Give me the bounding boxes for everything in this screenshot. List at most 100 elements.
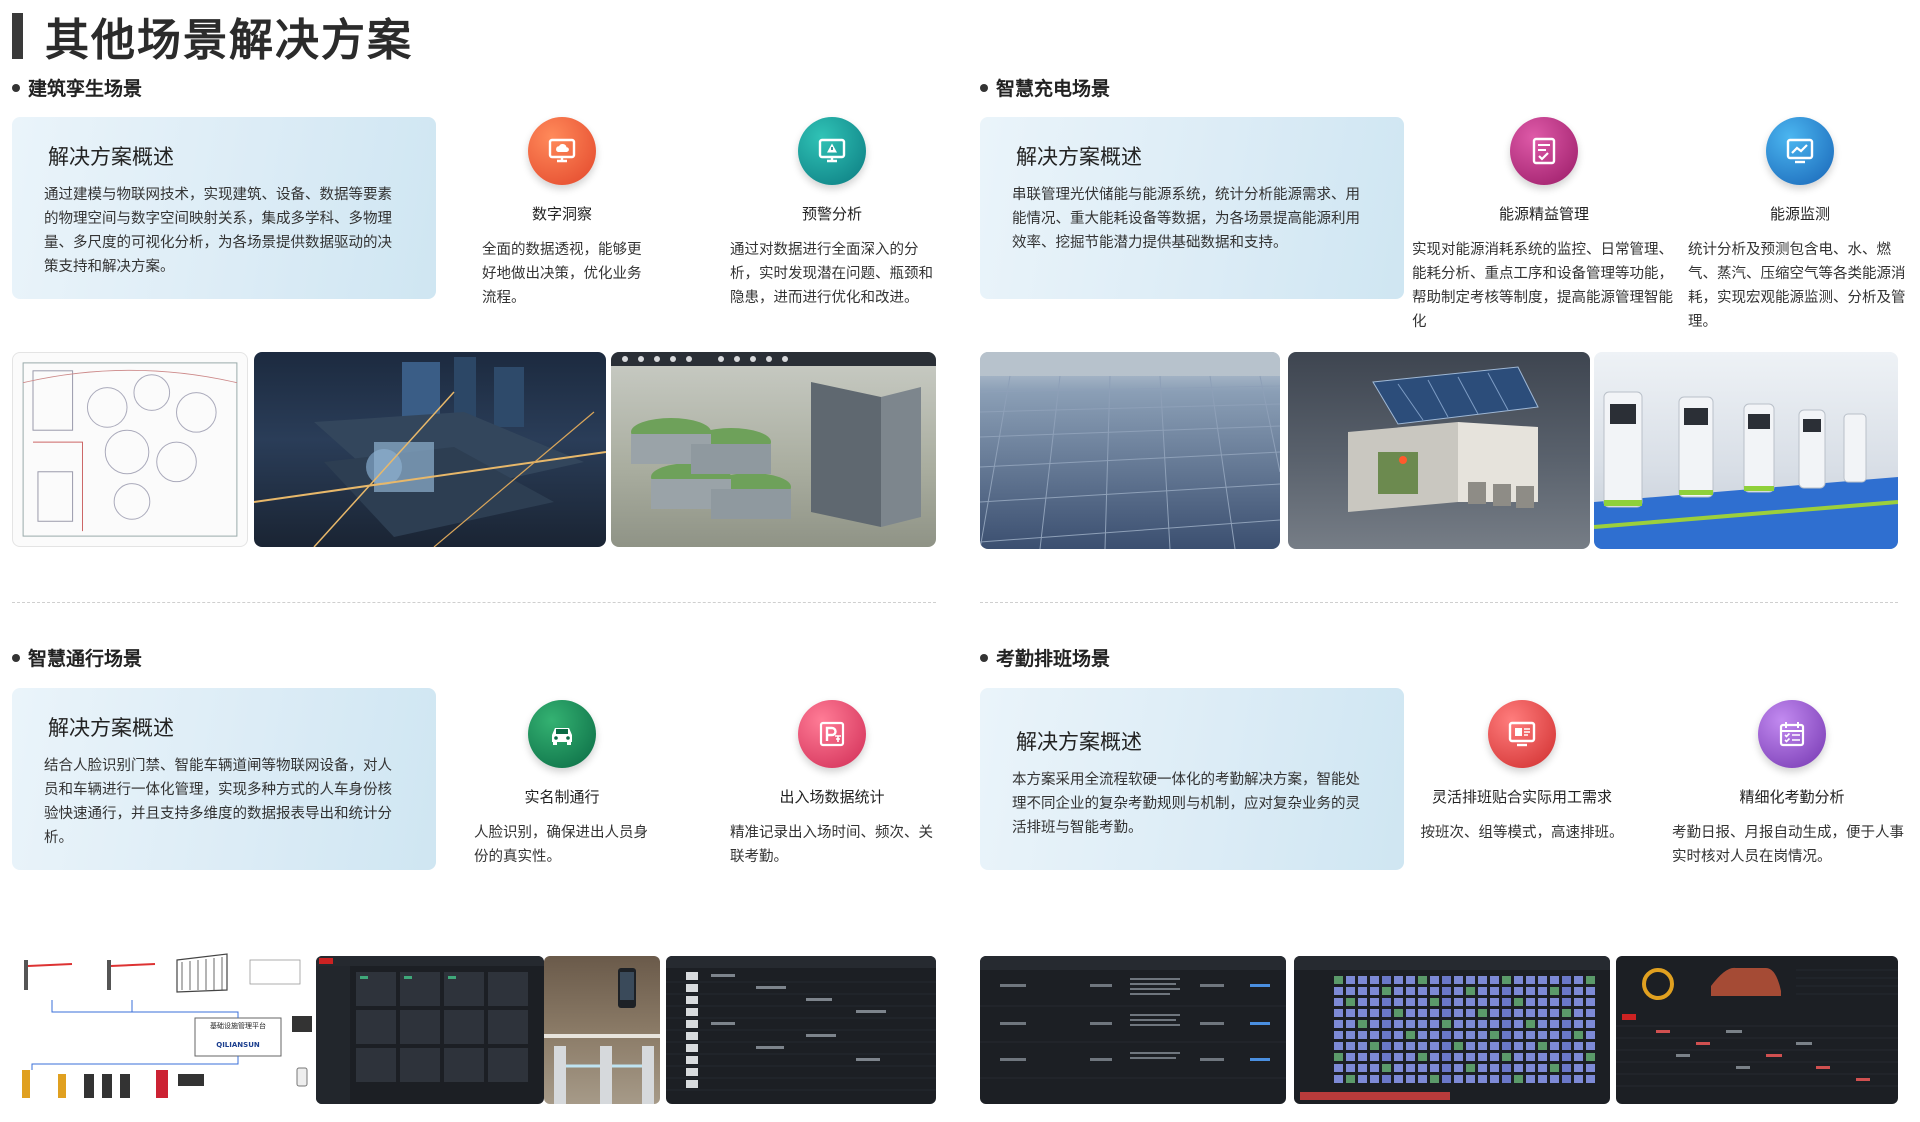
schedule-cell: [1358, 1042, 1367, 1050]
schedule-cell: [1550, 1075, 1559, 1083]
schedule-cell: [1346, 1020, 1355, 1028]
schedule-cell: [1526, 1020, 1535, 1028]
overview-text: 通过建模与物联网技术，实现建筑、设备、数据等要素的物理空间与数字空间映射关系，集…: [44, 187, 392, 275]
schedule-cell: [1406, 1042, 1415, 1050]
schedule-cell: [1562, 987, 1571, 995]
schedule-cell: [1418, 1042, 1427, 1050]
schedule-cell: [1454, 998, 1463, 1006]
schedule-cell: [1574, 1009, 1583, 1017]
schedule-cell: [1334, 1009, 1343, 1017]
schedule-cell: [1406, 987, 1415, 995]
feature-flexible-scheduling: 灵活排班贴合实际用工需求 按班次、组等模式，高速排班。: [1412, 700, 1632, 845]
access-records-table-screenshot: [666, 956, 936, 1104]
schedule-cell: [1478, 1064, 1487, 1072]
schedule-cell: [1418, 1075, 1427, 1083]
schedule-cell: [1394, 1020, 1403, 1028]
schedule-cell: [1430, 987, 1439, 995]
schedule-cell: [1430, 1053, 1439, 1061]
schedule-cell: [1574, 998, 1583, 1006]
schedule-cell: [1502, 976, 1511, 984]
schedule-cell: [1430, 1009, 1439, 1017]
schedule-cell: [1418, 998, 1427, 1006]
schedule-cell: [1550, 998, 1559, 1006]
schedule-cell: [1514, 1053, 1523, 1061]
schedule-cell: [1382, 1075, 1391, 1083]
feature-attendance-analysis: 精细化考勤分析 考勤日报、月报自动生成，便于人事实时核对人员在岗情况。: [1672, 700, 1912, 869]
schedule-cell: [1334, 1031, 1343, 1039]
feature-title: 精细化考勤分析: [1739, 788, 1845, 806]
overview-card-charging: 解决方案概述 串联管理光伏储能与能源系统，统计分析能源需求、用能情况、重大能耗设…: [980, 117, 1404, 299]
schedule-cell: [1418, 1009, 1427, 1017]
schedule-cell: [1442, 1009, 1451, 1017]
schedule-cell: [1454, 987, 1463, 995]
schedule-cell: [1550, 1009, 1559, 1017]
schedule-cell: [1490, 1053, 1499, 1061]
schedule-cell: [1430, 998, 1439, 1006]
schedule-cell: [1586, 1053, 1595, 1061]
schedule-cell: [1370, 987, 1379, 995]
schedule-cell: [1406, 1009, 1415, 1017]
solar-rooftop-image: [980, 352, 1280, 549]
access-system-diagram: 基础设施管理平台 QILIANSUN: [12, 952, 312, 1104]
feature-desc: 通过对数据进行全面深入的分析，实时发现潜在问题、瓶颈和隐患，进而进行优化和改进。: [730, 242, 933, 306]
monitor-cloud-icon: [528, 117, 596, 185]
schedule-cell: [1538, 1075, 1547, 1083]
schedule-cell: [1490, 1042, 1499, 1050]
section-heading-access: 智慧通行场景: [12, 644, 142, 671]
overview-title: 解决方案概述: [1016, 730, 1142, 754]
schedule-cell: [1418, 1064, 1427, 1072]
schedule-cell: [1358, 1064, 1367, 1072]
platform-label: 基础设施管理平台: [210, 1021, 266, 1030]
schedule-cell: [1550, 1042, 1559, 1050]
schedule-cell: [1334, 1064, 1343, 1072]
schedule-cell: [1418, 1053, 1427, 1061]
feature-digital-insight: 数字洞察 全面的数据透视，能够更好地做出决策，优化业务流程。: [474, 117, 650, 310]
section-heading-text: 智慧通行场景: [28, 648, 143, 670]
car-icon: [528, 700, 596, 768]
schedule-cell: [1502, 1075, 1511, 1083]
schedule-cell: [1370, 1075, 1379, 1083]
schedule-cell: [1370, 1009, 1379, 1017]
feature-title: 实名制通行: [524, 788, 600, 806]
schedule-cell: [1562, 1064, 1571, 1072]
schedule-cell: [1358, 1009, 1367, 1017]
schedule-cell: [1430, 1020, 1439, 1028]
schedule-cell: [1526, 987, 1535, 995]
feature-desc: 人脸识别，确保进出人员身份的真实性。: [474, 825, 648, 865]
overview-card-attendance: 解决方案概述 本方案采用全流程软硬一体化的考勤解决方案，智能处理不同企业的复杂考…: [980, 688, 1404, 870]
schedule-cell: [1394, 987, 1403, 995]
feature-title: 灵活排班贴合实际用工需求: [1431, 788, 1612, 806]
schedule-cell: [1526, 1064, 1535, 1072]
feature-title: 预警分析: [801, 205, 862, 223]
overview-text: 结合人脸识别门禁、智能车辆道闸等物联网设备，对人员和车辆进行一体化管理，实现多种…: [44, 758, 392, 846]
schedule-cell: [1346, 998, 1355, 1006]
schedule-cell: [1454, 1064, 1463, 1072]
schedule-cell: [1358, 987, 1367, 995]
schedule-cell: [1406, 1064, 1415, 1072]
schedule-cell: [1406, 1075, 1415, 1083]
chart-monitor-icon: [1766, 117, 1834, 185]
schedule-cell: [1550, 1031, 1559, 1039]
schedule-cell: [1466, 1075, 1475, 1083]
schedule-cell: [1490, 1075, 1499, 1083]
schedule-cell: [1502, 1042, 1511, 1050]
schedule-cell: [1418, 987, 1427, 995]
schedule-cell: [1538, 1009, 1547, 1017]
attendance-report-screenshot: [1616, 956, 1898, 1104]
schedule-cell: [1550, 1053, 1559, 1061]
face-gate-photo: [544, 956, 660, 1104]
schedule-cell: [1442, 1064, 1451, 1072]
schedule-cell: [1370, 976, 1379, 984]
schedule-cell: [1490, 1031, 1499, 1039]
schedule-cell: [1346, 1009, 1355, 1017]
feature-title: 能源监测: [1769, 205, 1830, 223]
schedule-cell: [1562, 1031, 1571, 1039]
schedule-cell: [1454, 976, 1463, 984]
bullet-dot-icon: [12, 83, 20, 92]
page-title: 其他场景解决方案: [12, 8, 413, 66]
feature-warning-analysis: 预警分析 通过对数据进行全面深入的分析，实时发现潜在问题、瓶颈和隐患，进而进行优…: [730, 117, 934, 310]
schedule-cell: [1394, 1009, 1403, 1017]
schedule-cell: [1442, 1075, 1451, 1083]
schedule-cell: [1586, 1009, 1595, 1017]
schedule-cell: [1514, 987, 1523, 995]
